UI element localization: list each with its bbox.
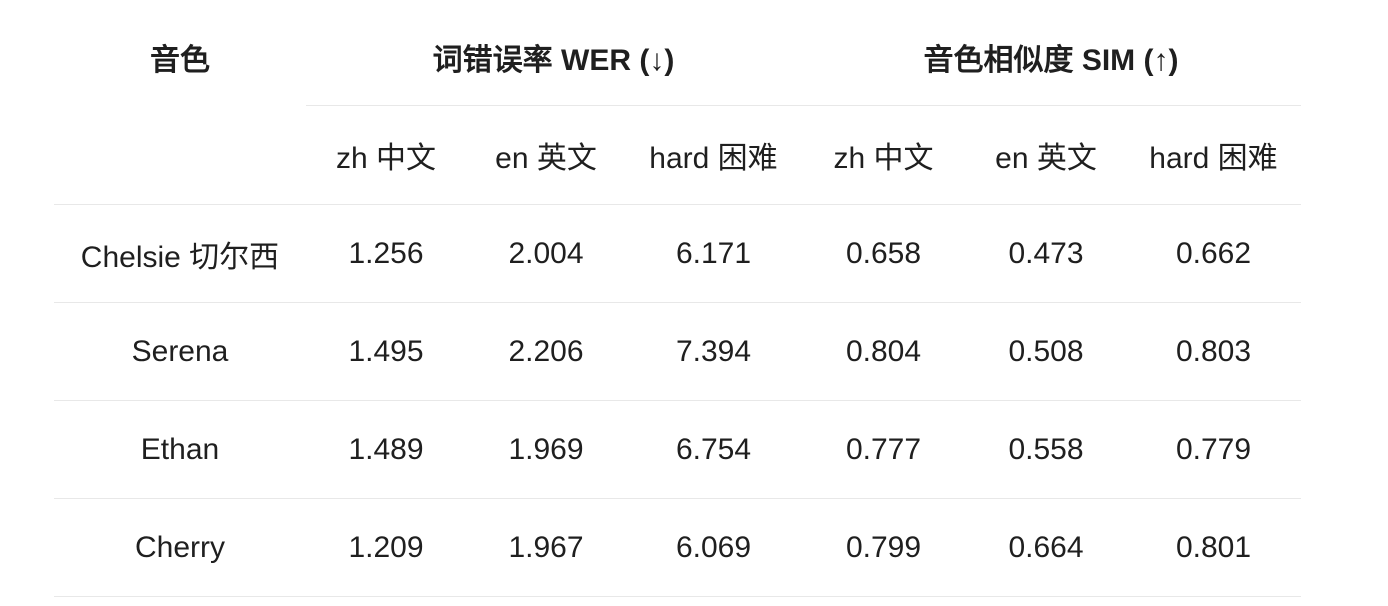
table-row: Ethan 1.489 1.969 6.754 0.777 0.558 0.77… — [54, 400, 1301, 499]
wer-group-header: 词错误率 WER (↓) — [306, 8, 801, 106]
sim-hard-cell: 0.779 — [1126, 400, 1301, 499]
sim-zh-cell: 0.804 — [801, 302, 966, 401]
metrics-table: 音色 词错误率 WER (↓) 音色相似度 SIM (↑) zh 中文 en 英… — [54, 8, 1301, 597]
sim-group-header: 音色相似度 SIM (↑) — [801, 8, 1301, 106]
sim-hard-cell: 0.803 — [1126, 302, 1301, 401]
wer-zh-cell: 1.489 — [306, 400, 466, 499]
sim-en-cell: 0.473 — [966, 204, 1126, 303]
table-row: Cherry 1.209 1.967 6.069 0.799 0.664 0.8… — [54, 498, 1301, 597]
wer-zh-cell: 1.209 — [306, 498, 466, 597]
sim-zh-cell: 0.658 — [801, 204, 966, 303]
sim-en-cell: 0.508 — [966, 302, 1126, 401]
table-row: Chelsie 切尔西 1.256 2.004 6.171 0.658 0.47… — [54, 204, 1301, 303]
sim-hard-cell: 0.801 — [1126, 498, 1301, 597]
voice-header-spacer — [54, 105, 306, 205]
sim-hard-header: hard 困难 — [1126, 105, 1301, 205]
sim-en-cell: 0.558 — [966, 400, 1126, 499]
sim-zh-header: zh 中文 — [801, 105, 966, 205]
wer-hard-cell: 6.171 — [626, 204, 801, 303]
wer-hard-cell: 6.069 — [626, 498, 801, 597]
voice-name-cell: Serena — [54, 302, 306, 401]
wer-hard-header: hard 困难 — [626, 105, 801, 205]
wer-en-cell: 1.967 — [466, 498, 626, 597]
wer-en-header: en 英文 — [466, 105, 626, 205]
voice-column-header: 音色 — [150, 43, 210, 77]
wer-en-cell: 1.969 — [466, 400, 626, 499]
voice-name-cell: Chelsie 切尔西 — [54, 204, 306, 303]
sim-zh-cell: 0.777 — [801, 400, 966, 499]
table-row: Serena 1.495 2.206 7.394 0.804 0.508 0.8… — [54, 302, 1301, 401]
wer-zh-cell: 1.256 — [306, 204, 466, 303]
voice-name-cell: Ethan — [54, 400, 306, 499]
header-group-row: 音色 词错误率 WER (↓) 音色相似度 SIM (↑) — [54, 8, 1301, 106]
sim-en-cell: 0.664 — [966, 498, 1126, 597]
wer-hard-cell: 7.394 — [626, 302, 801, 401]
wer-en-cell: 2.206 — [466, 302, 626, 401]
voice-name-cell: Cherry — [54, 498, 306, 597]
sim-zh-cell: 0.799 — [801, 498, 966, 597]
wer-zh-header: zh 中文 — [306, 105, 466, 205]
header-sub-row: zh 中文 en 英文 hard 困难 zh 中文 en 英文 hard 困难 — [54, 105, 1301, 205]
wer-hard-cell: 6.754 — [626, 400, 801, 499]
wer-en-cell: 2.004 — [466, 204, 626, 303]
wer-zh-cell: 1.495 — [306, 302, 466, 401]
sim-hard-cell: 0.662 — [1126, 204, 1301, 303]
sim-en-header: en 英文 — [966, 105, 1126, 205]
